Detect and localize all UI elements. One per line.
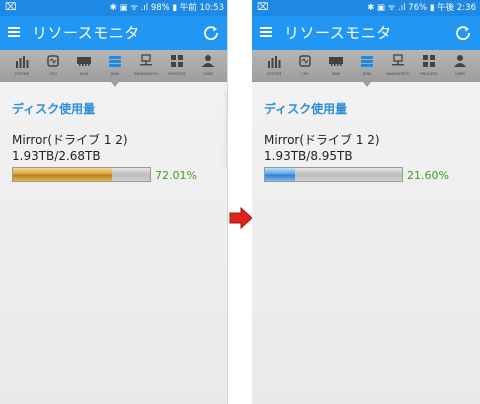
memory-icon bbox=[77, 57, 91, 66]
bar-chart-icon bbox=[16, 56, 29, 68]
refresh-icon[interactable] bbox=[454, 24, 472, 42]
tab-ram[interactable]: RAM bbox=[322, 50, 350, 82]
network-icon bbox=[140, 54, 152, 66]
process-grid-icon bbox=[171, 55, 183, 67]
network-icon bbox=[392, 54, 404, 66]
cpu-chip-icon bbox=[47, 55, 59, 67]
status-indicators: ✱ ▣ ᯤ .ıl 98% ▮ 午前 10:53 bbox=[109, 3, 224, 13]
tab-process[interactable]: PROCESS bbox=[415, 50, 443, 82]
tab-ram[interactable]: RAM bbox=[70, 50, 98, 82]
cpu-chip-icon bbox=[299, 55, 311, 67]
status-bar: ⌧ ✱ ▣ ᯤ .ıl 98% ▮ 午前 10:53 bbox=[0, 0, 228, 16]
tab-process[interactable]: PROCESS bbox=[163, 50, 191, 82]
tab-system[interactable]: SYSTEM bbox=[260, 50, 288, 82]
disk-name: Mirror(ドライブ 1 2) bbox=[264, 133, 380, 147]
right-arrow-icon bbox=[229, 207, 253, 229]
status-bar: ⌧ ✱ ▣ ᯤ .ıl 76% ▮ 午後 2:36 bbox=[252, 0, 480, 16]
tab-cpu[interactable]: CPU bbox=[291, 50, 319, 82]
hamburger-menu-icon[interactable] bbox=[260, 26, 272, 38]
disk-usage-percent: 72.01% bbox=[155, 169, 197, 182]
tab-user[interactable]: USER bbox=[446, 50, 474, 82]
app-title: リソースモニタ bbox=[284, 24, 392, 42]
section-title: ディスク使用量 bbox=[12, 102, 96, 116]
tab-user-label: USER bbox=[454, 72, 466, 76]
user-icon bbox=[454, 55, 466, 67]
tab-user[interactable]: USER bbox=[194, 50, 222, 82]
notification-icon: ⌧ bbox=[5, 2, 17, 13]
tab-bar: SYSTEM CPU RAM DISK BANDWIDTH PROCESS US… bbox=[0, 50, 228, 87]
bar-chart-icon bbox=[268, 56, 281, 68]
tab-system[interactable]: SYSTEM bbox=[8, 50, 36, 82]
tab-disk[interactable]: DISK bbox=[353, 50, 381, 87]
disk-usage-bar bbox=[264, 167, 403, 182]
disk-icon bbox=[109, 56, 121, 67]
process-grid-icon bbox=[423, 55, 435, 67]
tab-bandwidth[interactable]: BANDWIDTH bbox=[132, 50, 160, 82]
section-title: ディスク使用量 bbox=[264, 102, 348, 116]
tab-bar: SYSTEM CPU RAM DISK BANDWIDTH PROCESS US… bbox=[252, 50, 480, 87]
disk-usage: 1.93TB/2.68TB bbox=[12, 149, 101, 163]
tab-disk[interactable]: DISK bbox=[101, 50, 129, 87]
disk-usage-bar-fill bbox=[265, 168, 295, 181]
disk-name: Mirror(ドライブ 1 2) bbox=[12, 133, 128, 147]
disk-usage-bar bbox=[12, 167, 151, 182]
tab-cpu[interactable]: CPU bbox=[39, 50, 67, 82]
disk-usage-percent: 21.60% bbox=[407, 169, 449, 182]
disk-icon bbox=[361, 56, 373, 67]
screenshot-after: ⌧ ✱ ▣ ᯤ .ıl 76% ▮ 午後 2:36 リソースモニタ SYSTEM… bbox=[252, 0, 480, 404]
app-bar: リソースモニタ bbox=[252, 16, 480, 50]
tab-bandwidth[interactable]: BANDWIDTH bbox=[384, 50, 412, 82]
user-icon bbox=[202, 55, 214, 67]
refresh-icon[interactable] bbox=[202, 24, 220, 42]
memory-icon bbox=[329, 57, 343, 66]
screenshot-before: ⌧ ✱ ▣ ᯤ .ıl 98% ▮ 午前 10:53 リソースモニタ SYSTE… bbox=[0, 0, 228, 404]
hamburger-menu-icon[interactable] bbox=[8, 26, 20, 38]
disk-usage-bar-fill bbox=[13, 168, 112, 181]
app-title: リソースモニタ bbox=[32, 24, 140, 42]
status-indicators: ✱ ▣ ᯤ .ıl 76% ▮ 午後 2:36 bbox=[367, 3, 476, 13]
tab-user-label: USER bbox=[202, 72, 214, 76]
disk-usage: 1.93TB/8.95TB bbox=[264, 149, 353, 163]
notification-icon: ⌧ bbox=[257, 2, 269, 13]
app-bar: リソースモニタ bbox=[0, 16, 228, 50]
